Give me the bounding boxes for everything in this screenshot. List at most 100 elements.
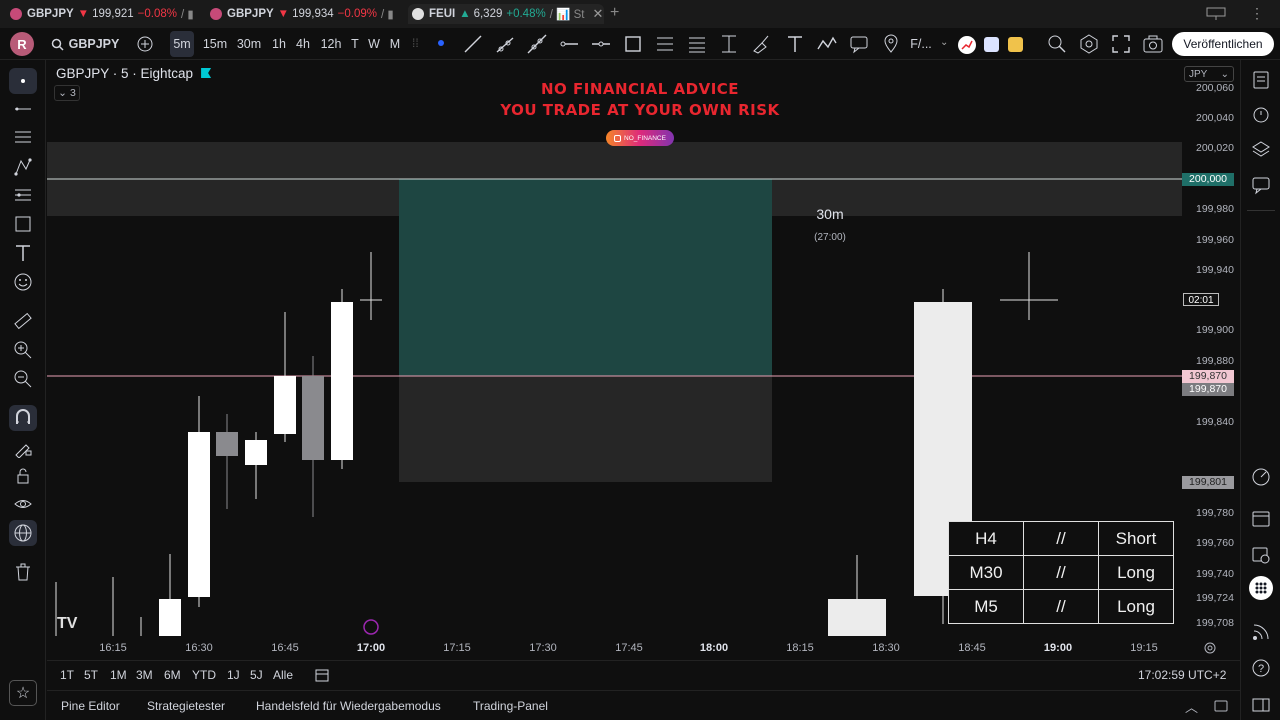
range-5d[interactable]: 5T xyxy=(84,668,98,682)
symbol-search[interactable]: GBPJPY xyxy=(50,31,120,57)
zoom-in-tool[interactable] xyxy=(9,337,37,363)
currency-selector[interactable]: JPY ⌄ xyxy=(1184,66,1234,82)
extended-line-icon[interactable] xyxy=(526,33,548,55)
range-all[interactable]: Alle xyxy=(273,668,293,682)
replay-marker-icon[interactable] xyxy=(363,619,379,635)
hide-tool[interactable] xyxy=(9,491,37,517)
favorites-tool[interactable]: ☆ xyxy=(9,680,37,706)
interval-4h[interactable]: 4h xyxy=(292,31,314,57)
measure-tool[interactable] xyxy=(9,308,37,334)
tab-replay-trading[interactable]: Handelsfeld für Wiedergabemodus xyxy=(256,699,441,713)
candle[interactable] xyxy=(331,302,353,460)
candle[interactable] xyxy=(302,376,324,460)
indicator-yellow-icon[interactable] xyxy=(1008,37,1023,52)
range-1d[interactable]: 1T xyxy=(60,668,74,682)
rectangle-icon[interactable] xyxy=(622,33,644,55)
interval-15m[interactable]: 15m xyxy=(200,31,230,57)
range-5y[interactable]: 5J xyxy=(250,668,263,682)
price-axis[interactable]: JPY ⌄ 200,060 200,040 200,020 199,980 199… xyxy=(1182,62,1238,636)
interval-1h[interactable]: 1h xyxy=(268,31,290,57)
camera-icon[interactable] xyxy=(1142,33,1164,55)
magnet-tool[interactable] xyxy=(9,405,37,431)
ray-icon[interactable] xyxy=(494,33,516,55)
range-1y[interactable]: 1J xyxy=(227,668,240,682)
avatar[interactable]: R xyxy=(10,32,34,56)
location-pin-icon[interactable] xyxy=(880,33,902,55)
timezone-clock[interactable]: 17:02:59 UTC+2 xyxy=(1138,668,1226,682)
pitchfork-tool[interactable] xyxy=(9,154,37,180)
settings-icon[interactable] xyxy=(1078,33,1100,55)
dot-tool-icon[interactable] xyxy=(438,40,444,46)
line-tool[interactable] xyxy=(9,96,37,122)
channel-tool[interactable] xyxy=(9,124,37,150)
calendar-range-icon[interactable] xyxy=(314,667,330,683)
drag-handle-icon[interactable]: ⁞⁞ xyxy=(412,36,419,50)
calendar-clock-button[interactable] xyxy=(1249,543,1273,567)
layers-button[interactable] xyxy=(1249,137,1273,161)
stream-button[interactable] xyxy=(1249,620,1273,644)
profit-zone[interactable] xyxy=(399,179,772,376)
signals-button[interactable] xyxy=(1249,465,1273,489)
layout-button[interactable] xyxy=(1249,693,1273,717)
parallel-channel-icon[interactable] xyxy=(654,33,676,55)
range-6m[interactable]: 6M xyxy=(164,668,181,682)
horizontal-line-icon[interactable] xyxy=(590,33,612,55)
delete-tool[interactable] xyxy=(9,559,37,585)
chat-button[interactable] xyxy=(1249,173,1273,197)
range-1m[interactable]: 1M xyxy=(110,668,127,682)
candle[interactable] xyxy=(159,599,181,636)
interval-day[interactable]: T xyxy=(348,31,362,57)
fib-tool[interactable] xyxy=(9,182,37,208)
lock-drawing-tool[interactable] xyxy=(9,435,37,461)
interval-30m[interactable]: 30m xyxy=(234,31,264,57)
browser-tab-2[interactable]: GBPJPY ▼ 199,934 −0.09% / ▮ xyxy=(210,4,398,24)
browser-tab-1[interactable]: GBPJPY ▼ 199,921 −0.08% / ▮ xyxy=(10,4,198,24)
close-tab-icon[interactable]: ✕ xyxy=(592,6,603,22)
loss-zone[interactable] xyxy=(399,376,772,482)
text-tool-icon[interactable] xyxy=(784,33,806,55)
watchlist-button[interactable] xyxy=(1249,68,1273,92)
fullscreen-icon[interactable] xyxy=(1110,33,1132,55)
emoji-tool[interactable] xyxy=(9,269,37,295)
apps-button[interactable] xyxy=(1249,576,1273,600)
candle[interactable] xyxy=(216,432,238,456)
publish-button[interactable]: Veröffentlichen xyxy=(1172,32,1274,56)
horizontal-ray-icon[interactable] xyxy=(558,33,580,55)
range-ytd[interactable]: YTD xyxy=(192,668,216,682)
new-tab-button[interactable]: + xyxy=(610,4,619,22)
indicator-blue-icon[interactable] xyxy=(984,37,999,52)
candle[interactable] xyxy=(828,599,886,636)
cursor-dot-tool[interactable] xyxy=(9,68,37,94)
trend-line-icon[interactable] xyxy=(462,33,484,55)
browser-tab-3[interactable]: FEUI ▲ 6,329 +0.48% / 📊 St ✕ xyxy=(408,4,604,24)
indicator-red-icon[interactable] xyxy=(958,36,976,54)
chart-symbol-title[interactable]: GBPJPY · 5 · Eightcap xyxy=(56,66,212,81)
object-tree-tool[interactable] xyxy=(9,520,37,546)
candle[interactable] xyxy=(188,432,210,597)
candle[interactable] xyxy=(274,376,296,434)
indicator-legend-toggle[interactable]: ⌄ 3 xyxy=(54,85,80,101)
tab-strategy-tester[interactable]: Strategietester xyxy=(147,699,225,713)
level-tag-pink[interactable]: 199,870 xyxy=(1182,370,1234,383)
level-tag-white[interactable]: 200,000 xyxy=(1182,173,1234,186)
interval-12h[interactable]: 12h xyxy=(317,31,345,57)
chevron-down-icon[interactable]: ⌄ xyxy=(940,37,948,48)
tab-trading-panel[interactable]: Trading-Panel xyxy=(473,699,548,713)
interval-5m[interactable]: 5m xyxy=(170,31,194,57)
range-3m[interactable]: 3M xyxy=(136,668,153,682)
collapse-panel-icon[interactable]: ︿ xyxy=(1185,697,1198,716)
text-tool[interactable] xyxy=(9,240,37,266)
maximize-panel-icon[interactable] xyxy=(1213,698,1229,714)
shape-tool[interactable] xyxy=(9,211,37,237)
zoom-search-icon[interactable] xyxy=(1046,33,1068,55)
interval-month[interactable]: M xyxy=(387,31,403,57)
price-range-icon[interactable] xyxy=(718,33,740,55)
font-selector[interactable]: F/... xyxy=(905,31,937,57)
pattern-icon[interactable] xyxy=(816,33,838,55)
lock-all-tool[interactable] xyxy=(9,463,37,489)
alerts-button[interactable] xyxy=(1249,102,1273,126)
flag-icon[interactable] xyxy=(201,68,212,78)
more-options-icon[interactable]: ⋮ xyxy=(1250,5,1264,22)
tab-pine-editor[interactable]: Pine Editor xyxy=(61,699,120,713)
fib-retracement-icon[interactable] xyxy=(686,33,708,55)
